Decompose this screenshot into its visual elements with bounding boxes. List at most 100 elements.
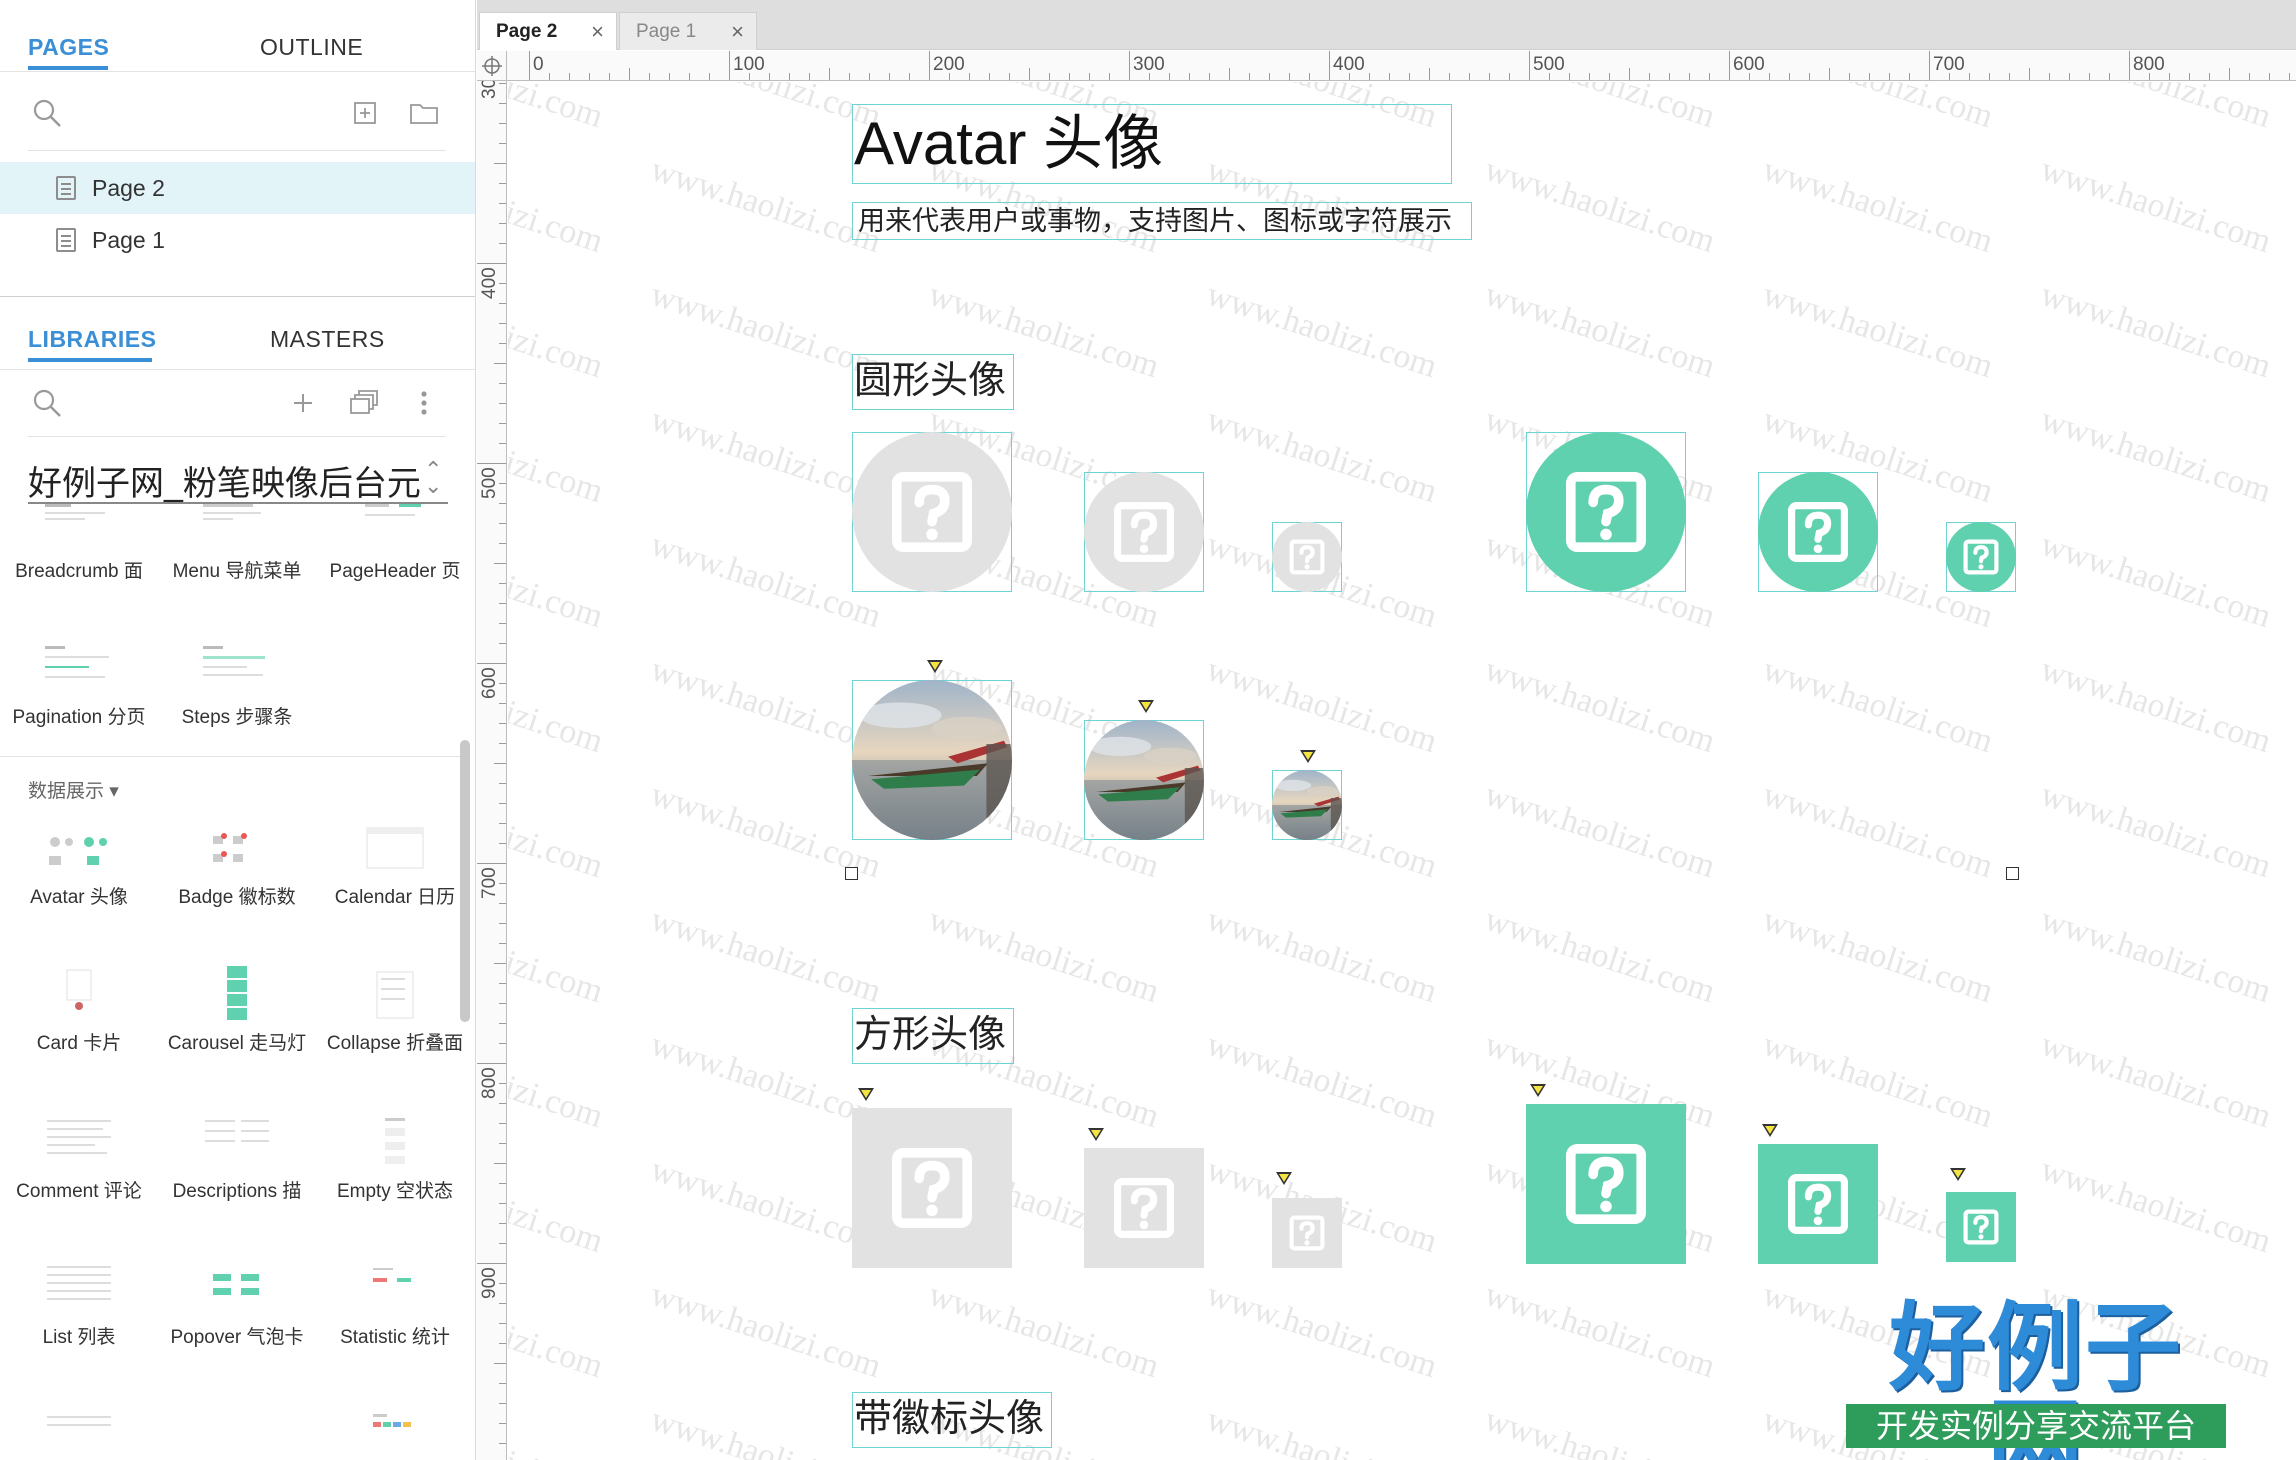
ruler-tick: [499, 183, 506, 184]
close-icon[interactable]: ×: [591, 19, 604, 45]
avatar-square-green-small[interactable]: [1946, 1192, 2016, 1262]
section-title-badge: 带徽标头像: [854, 1398, 1045, 1440]
horizontal-ruler[interactable]: 0 100 200 300 400 500 600 700 800: [507, 51, 2296, 81]
chevron-updown-icon[interactable]: ⌃ ⌄: [424, 459, 442, 497]
ruler-tick: [1729, 51, 1730, 80]
ruler-tick: [499, 1123, 506, 1124]
widget-thumbnail: [366, 827, 424, 869]
ruler-tick: [477, 463, 506, 464]
ruler-tick: [1249, 73, 1250, 80]
ruler-label: 300: [479, 81, 500, 99]
widget-thumbnail: [373, 1268, 411, 1282]
ruler-tick: [499, 603, 506, 604]
interaction-marker-icon[interactable]: [927, 660, 943, 673]
ruler-tick: [589, 73, 590, 80]
ruler-tick: [1329, 51, 1330, 80]
avatar-photo-small[interactable]: [1272, 770, 1342, 840]
avatar-circle-gray-large[interactable]: [852, 432, 1012, 592]
watermark-text: www.haolizi.com: [1758, 775, 1998, 886]
ruler-tick: [869, 73, 870, 80]
tab-pages[interactable]: PAGES: [28, 34, 109, 61]
tab-libraries[interactable]: LIBRARIES: [28, 326, 156, 353]
page-label: Page 1: [92, 227, 165, 253]
search-icon[interactable]: [32, 388, 62, 418]
interaction-marker-icon[interactable]: [1300, 750, 1316, 763]
tab-masters[interactable]: MASTERS: [270, 326, 385, 353]
doc-tab-page-1[interactable]: Page 1 ×: [619, 12, 757, 50]
section-divider: [0, 296, 475, 297]
avatar-square-gray-small[interactable]: [1272, 1198, 1342, 1268]
widget-label: Comment 评论: [16, 1181, 142, 1202]
more-vertical-icon[interactable]: [420, 390, 428, 416]
avatar-circle-gray-small[interactable]: [1272, 522, 1342, 592]
ruler-tick: [1669, 73, 1670, 80]
watermark-text: www.haolizi.com: [508, 400, 608, 511]
section-title-data-display[interactable]: 数据展示 ▾: [28, 776, 119, 803]
ruler-tick: [709, 73, 710, 80]
widget-thumbnail: [376, 971, 414, 1019]
avatar-circle-green-default[interactable]: [1758, 472, 1878, 592]
page-item-page-2[interactable]: Page 2: [0, 162, 475, 214]
avatar-square-gray-large[interactable]: [852, 1108, 1012, 1268]
widget-label: Menu 导航菜单: [172, 561, 302, 582]
avatar-photo-large[interactable]: [852, 680, 1012, 840]
ruler-tick: [1389, 73, 1390, 80]
doc-tab-page-2[interactable]: Page 2 ×: [479, 12, 617, 50]
avatar-square-gray-default[interactable]: [1084, 1148, 1204, 1268]
avatar-circle-green-small[interactable]: [1946, 522, 2016, 592]
widget-thumbnail: [227, 966, 247, 1020]
ruler-tick: [477, 263, 506, 264]
page-label: Page 2: [92, 175, 165, 201]
watermark-text: www.haolizi.com: [924, 1275, 1164, 1386]
design-canvas[interactable]: www.haolizi.com www.haolizi.com www.haoliz…: [508, 82, 2296, 1460]
add-page-icon[interactable]: [354, 102, 376, 124]
ruler-tick: [477, 1263, 506, 1264]
ruler-tick: [499, 1203, 506, 1204]
add-library-icon[interactable]: [292, 392, 314, 414]
page-item-page-1[interactable]: Page 1: [0, 214, 475, 266]
selection-handle[interactable]: [2006, 867, 2019, 880]
vertical-ruler[interactable]: 300 400 500 600 700 800 900: [477, 81, 507, 1460]
ruler-tick: [499, 1403, 506, 1404]
tab-outline[interactable]: OUTLINE: [260, 34, 363, 61]
stack-icon[interactable]: [350, 390, 378, 414]
avatar-photo-default[interactable]: [1084, 720, 1204, 840]
add-folder-icon[interactable]: [410, 102, 438, 124]
avatar-circle-gray-default[interactable]: [1084, 472, 1204, 592]
watermark-text: www.haolizi.com: [2036, 400, 2276, 511]
interaction-marker-icon[interactable]: [1950, 1168, 1966, 1181]
watermark-text: www.haolizi.com: [508, 1400, 608, 1460]
boat-photo: [1084, 720, 1204, 840]
avatar-square-green-large[interactable]: [1526, 1104, 1686, 1264]
interaction-marker-icon[interactable]: [1088, 1128, 1104, 1141]
ruler-tick: [494, 1163, 506, 1164]
ruler-tick: [499, 923, 506, 924]
watermark-text: www.haolizi.com: [508, 1275, 608, 1386]
interaction-marker-icon[interactable]: [1276, 1172, 1292, 1185]
ruler-label: 0: [533, 54, 544, 75]
library-scrollbar[interactable]: [460, 740, 470, 1022]
page-subtitle: 用来代表用户或事物，支持图片、图标或字符展示: [858, 206, 1452, 236]
avatar-circle-green-large[interactable]: [1526, 432, 1686, 592]
avatar-square-green-default[interactable]: [1758, 1144, 1878, 1264]
ruler-tick: [499, 343, 506, 344]
interaction-marker-icon[interactable]: [1530, 1084, 1546, 1097]
watermark-text: www.haolizi.com: [1758, 650, 1998, 761]
ruler-tick: [499, 1223, 506, 1224]
question-box-icon: [1788, 502, 1848, 562]
close-icon[interactable]: ×: [731, 19, 744, 45]
interaction-marker-icon[interactable]: [1138, 700, 1154, 713]
interaction-marker-icon[interactable]: [1762, 1124, 1778, 1137]
ruler-tick: [2109, 73, 2110, 80]
widget-thumbnail: [66, 969, 92, 1010]
watermark-text: www.haolizi.com: [646, 650, 886, 761]
ruler-tick: [1829, 68, 1830, 80]
ruler-corner[interactable]: [477, 51, 507, 81]
search-icon[interactable]: [32, 98, 62, 128]
selection-handle[interactable]: [845, 867, 858, 880]
ruler-tick: [499, 903, 506, 904]
tab-underline: [28, 66, 108, 70]
interaction-marker-icon[interactable]: [858, 1088, 874, 1101]
ruler-tick: [499, 543, 506, 544]
question-box-icon: [1963, 539, 1999, 575]
